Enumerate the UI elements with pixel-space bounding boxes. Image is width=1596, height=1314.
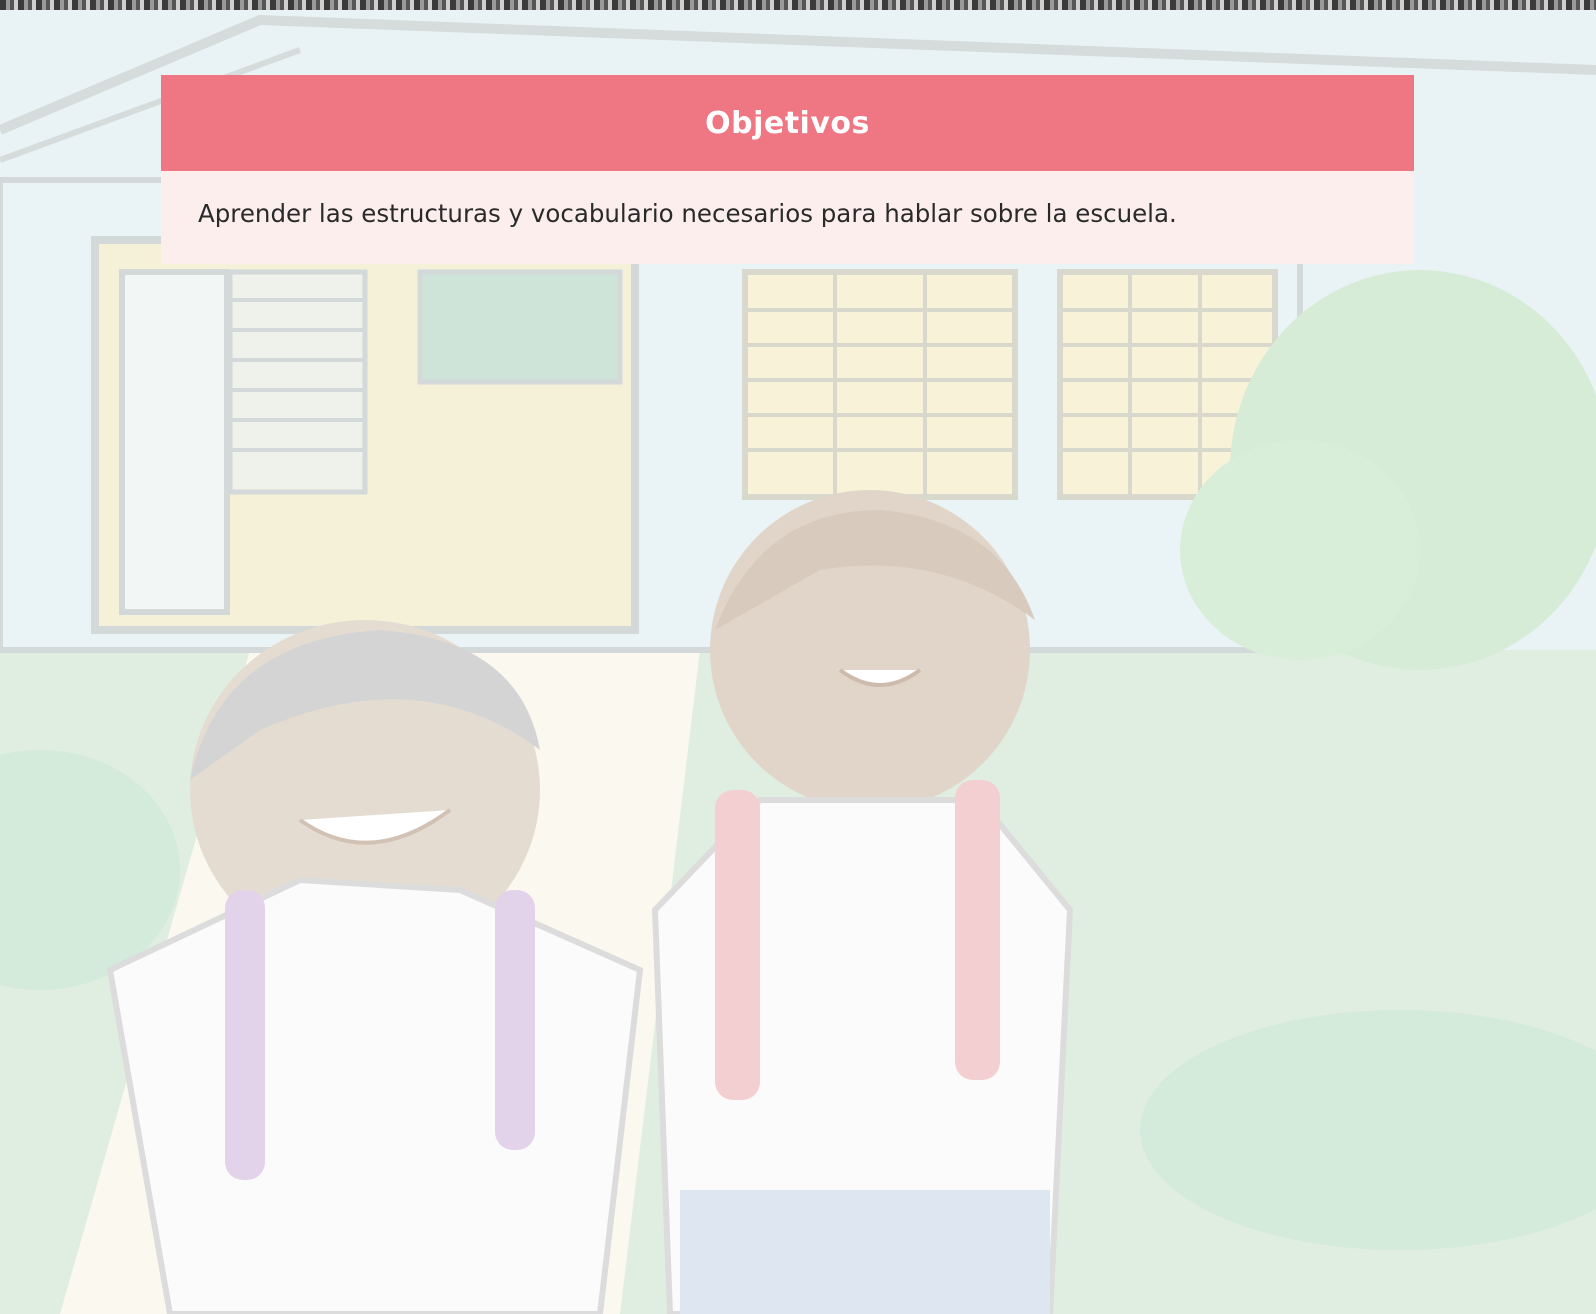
- objectives-card: Objetivos Aprender las estructuras y voc…: [161, 75, 1414, 264]
- objectives-title: Objetivos: [705, 105, 870, 141]
- decorative-top-border: [0, 0, 1596, 10]
- objectives-body: Aprender las estructuras y vocabulario n…: [161, 171, 1414, 264]
- objectives-text: Aprender las estructuras y vocabulario n…: [198, 199, 1177, 228]
- objectives-header: Objetivos: [161, 75, 1414, 171]
